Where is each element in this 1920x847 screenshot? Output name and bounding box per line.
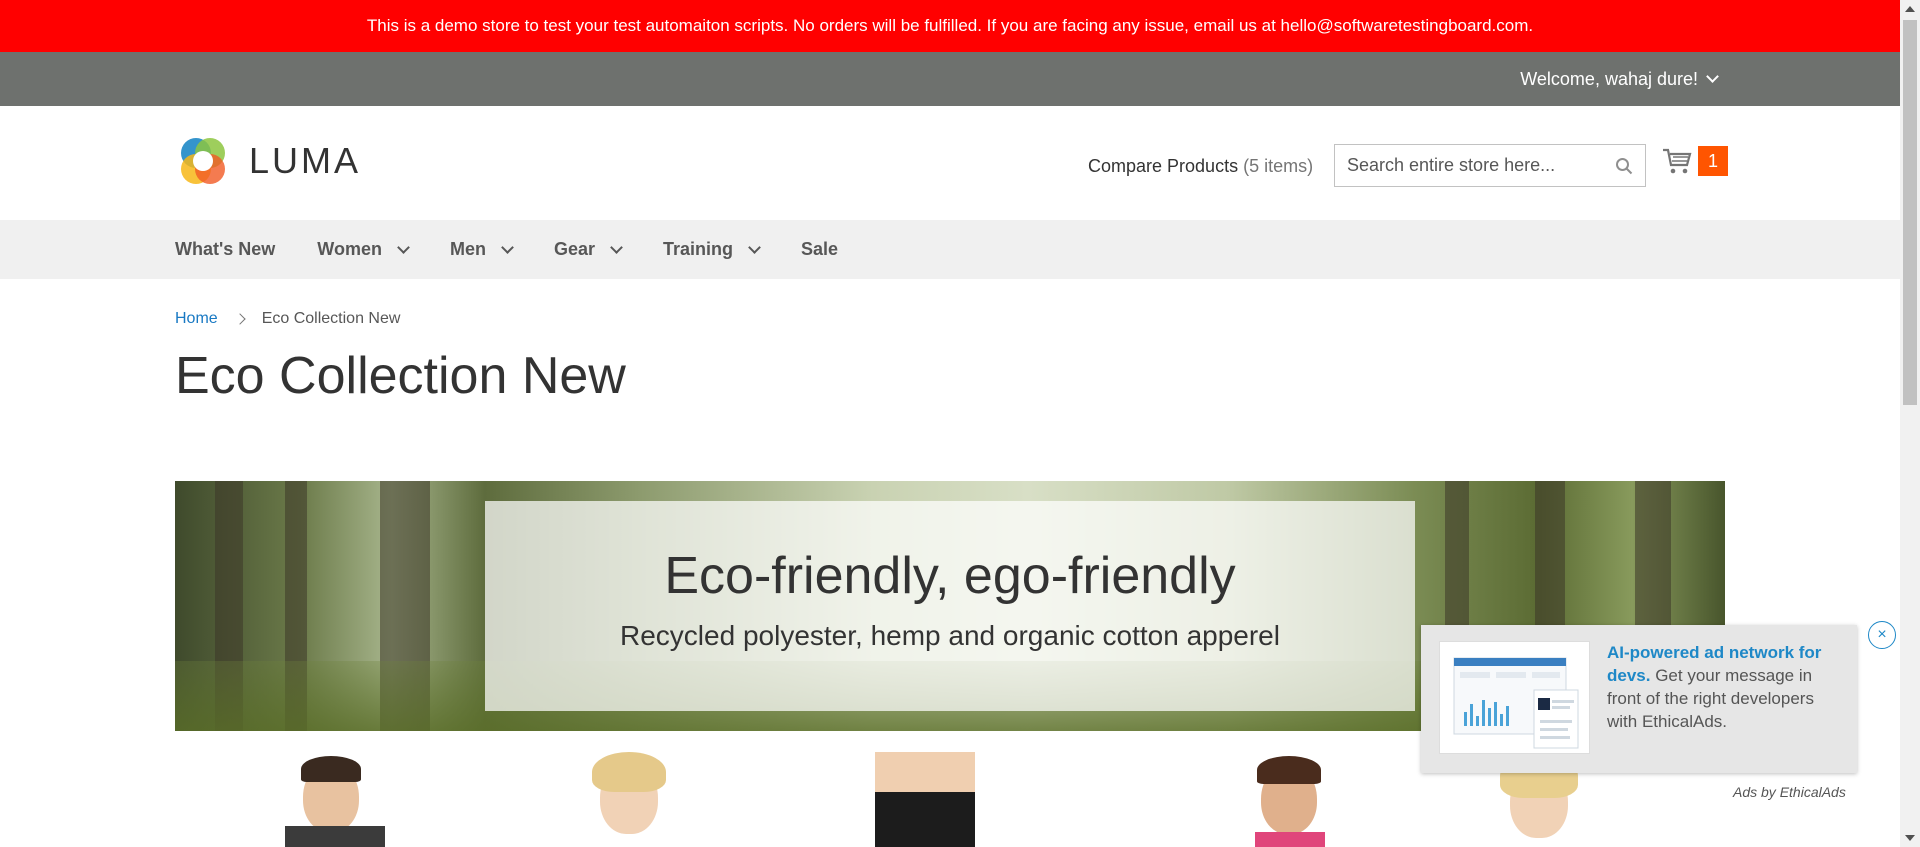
store-logo[interactable]: LUMA bbox=[175, 133, 361, 189]
search-box bbox=[1334, 144, 1646, 187]
model-hair bbox=[301, 756, 361, 782]
search-icon[interactable] bbox=[1615, 157, 1633, 175]
compare-count: (5 items) bbox=[1243, 156, 1314, 176]
welcome-text: Welcome, wahaj dure! bbox=[1520, 68, 1698, 89]
nav-item-sale[interactable]: Sale bbox=[801, 239, 838, 260]
product-image[interactable] bbox=[1225, 752, 1365, 847]
page-title: Eco Collection New bbox=[175, 347, 626, 405]
chevron-down-icon bbox=[1706, 70, 1719, 83]
luma-logo-icon bbox=[181, 138, 225, 184]
model-torso bbox=[875, 752, 975, 792]
ad-attribution[interactable]: Ads by EthicalAds bbox=[1733, 784, 1846, 800]
cart-icon bbox=[1663, 148, 1692, 174]
scrollbar-thumb[interactable] bbox=[1903, 20, 1917, 405]
compare-label: Compare Products bbox=[1088, 156, 1239, 176]
minicart-button[interactable]: 1 bbox=[1662, 146, 1728, 176]
breadcrumb-current: Eco Collection New bbox=[261, 310, 401, 327]
product-image[interactable] bbox=[550, 752, 710, 847]
banner-title: Eco-friendly, ego-friendly bbox=[664, 547, 1236, 605]
customer-welcome-menu[interactable]: Welcome, wahaj dure! bbox=[1520, 52, 1719, 106]
model-clothing bbox=[1255, 832, 1325, 847]
header-content: LUMA Compare Products (5 items) 1 bbox=[0, 106, 1900, 220]
nav-item-label: What's New bbox=[175, 239, 276, 259]
close-icon: × bbox=[1877, 626, 1887, 643]
search-input[interactable] bbox=[1335, 145, 1605, 186]
model-hair bbox=[592, 752, 666, 792]
page-scrollbar[interactable] bbox=[1900, 0, 1920, 847]
chevron-right-icon bbox=[234, 313, 246, 325]
ethicalads-card[interactable]: AI-powered ad network for devs. Get your… bbox=[1421, 625, 1857, 773]
nav-item-women[interactable]: Women bbox=[317, 239, 410, 260]
nav-item-whats-new[interactable]: What's New bbox=[175, 239, 275, 260]
ad-image bbox=[1439, 641, 1590, 754]
main-navigation: What's New Women Men Gear Training Sale bbox=[0, 220, 1900, 279]
product-image[interactable] bbox=[265, 752, 405, 847]
scroll-up-arrow-icon[interactable] bbox=[1905, 6, 1915, 12]
nav-item-label: Sale bbox=[801, 239, 839, 259]
breadcrumb: Home Eco Collection New bbox=[175, 310, 400, 328]
ad-text: AI-powered ad network for devs. Get your… bbox=[1607, 641, 1843, 733]
demo-notice-text: This is a demo store to test your test a… bbox=[366, 16, 1534, 35]
chevron-down-icon bbox=[610, 240, 623, 254]
nav-item-label: Men bbox=[449, 239, 486, 259]
nav-item-gear[interactable]: Gear bbox=[553, 239, 623, 260]
banner-subtitle: Recycled polyester, hemp and organic cot… bbox=[620, 620, 1280, 651]
chevron-down-icon bbox=[748, 240, 761, 254]
nav-item-label: Training bbox=[663, 239, 734, 259]
logo-text: LUMA bbox=[249, 140, 362, 181]
model-clothing bbox=[875, 792, 975, 847]
nav-item-men[interactable]: Men bbox=[449, 239, 514, 260]
nav-item-training[interactable]: Training bbox=[663, 239, 761, 260]
model-hair bbox=[1257, 756, 1321, 784]
demo-notice-bar: This is a demo store to test your test a… bbox=[0, 0, 1900, 52]
panel-header: Welcome, wahaj dure! bbox=[0, 52, 1900, 106]
cart-counter-badge: 1 bbox=[1698, 146, 1728, 176]
model-clothing bbox=[285, 826, 385, 847]
compare-products-link[interactable]: Compare Products (5 items) bbox=[1088, 156, 1313, 177]
nav-item-label: Women bbox=[317, 239, 382, 259]
scroll-down-arrow-icon[interactable] bbox=[1905, 835, 1915, 841]
ad-close-button[interactable]: × bbox=[1868, 621, 1896, 649]
product-image[interactable] bbox=[835, 752, 1015, 847]
ad-chart-icon bbox=[1453, 657, 1579, 749]
banner-text-box: Eco-friendly, ego-friendly Recycled poly… bbox=[485, 501, 1415, 711]
chevron-down-icon bbox=[501, 240, 514, 254]
nav-item-label: Gear bbox=[553, 239, 595, 259]
chevron-down-icon bbox=[397, 240, 410, 254]
breadcrumb-home-link[interactable]: Home bbox=[175, 310, 218, 328]
